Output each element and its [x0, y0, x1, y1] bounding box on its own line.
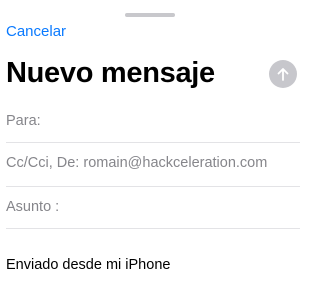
message-body[interactable]: Enviado desde mi iPhone [6, 257, 170, 273]
compose-sheet: Cancelar Nuevo mensaje Para: Cc/Cci, De:… [0, 0, 300, 300]
cc-from-label: Cc/Cci, De: [6, 155, 80, 171]
to-label: Para: [6, 113, 41, 129]
page-title: Nuevo mensaje [6, 57, 215, 89]
sheet-grabber[interactable] [125, 13, 175, 17]
send-button[interactable] [269, 60, 297, 88]
subject-label: Asunto : [6, 199, 60, 215]
subject-field[interactable]: Asunto : [0, 186, 300, 228]
to-field[interactable]: Para: [0, 100, 300, 142]
arrow-up-icon [277, 68, 289, 81]
cancel-button[interactable]: Cancelar [6, 23, 66, 41]
cc-from-field[interactable]: Cc/Cci, De: romain@hackceleration.com [0, 142, 300, 184]
divider [6, 228, 300, 229]
from-address: romain@hackceleration.com [83, 155, 268, 171]
